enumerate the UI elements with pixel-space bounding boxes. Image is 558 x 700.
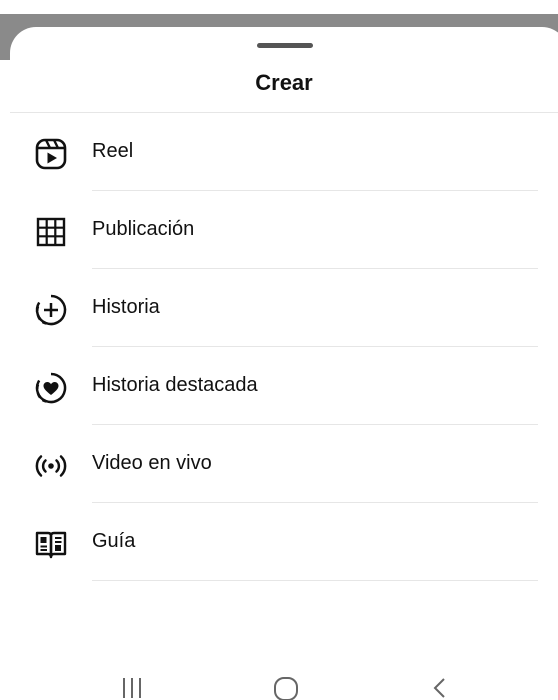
reels-icon — [33, 136, 69, 172]
story-highlight-heart-icon — [33, 370, 69, 406]
home-button[interactable] — [266, 672, 306, 700]
drag-handle[interactable] — [257, 43, 313, 48]
back-button[interactable] — [420, 672, 460, 700]
divider — [92, 580, 538, 581]
back-icon — [433, 678, 445, 698]
menu-item-label: Guía — [92, 530, 136, 552]
grid-post-icon — [33, 214, 69, 250]
add-story-icon — [33, 292, 69, 328]
recent-apps-button[interactable] — [112, 672, 152, 700]
menu-item-label: Publicación — [92, 218, 195, 240]
guide-book-icon — [33, 526, 69, 562]
screen: Crear Reel Publicación Historia Historia… — [0, 0, 558, 700]
menu-item-historia-destacada[interactable]: Historia destacada — [0, 347, 558, 425]
menu-item-reel[interactable]: Reel — [0, 113, 558, 191]
menu-item-label: Historia — [92, 296, 160, 318]
menu-item-guia[interactable]: Guía — [0, 503, 558, 581]
menu-item-label: Historia destacada — [92, 374, 258, 396]
live-broadcast-icon — [33, 448, 69, 484]
menu-item-video-en-vivo[interactable]: Video en vivo — [0, 425, 558, 503]
sheet-title: Crear — [255, 70, 313, 95]
status-bar-area — [0, 0, 558, 14]
menu-item-publicacion[interactable]: Publicación — [0, 191, 558, 269]
menu-item-historia[interactable]: Historia — [0, 269, 558, 347]
menu-item-label: Reel — [92, 140, 134, 162]
recent-apps-icon — [123, 678, 141, 698]
menu-item-label: Video en vivo — [92, 452, 212, 474]
system-navigation-bar — [0, 650, 558, 700]
home-icon — [274, 677, 298, 700]
